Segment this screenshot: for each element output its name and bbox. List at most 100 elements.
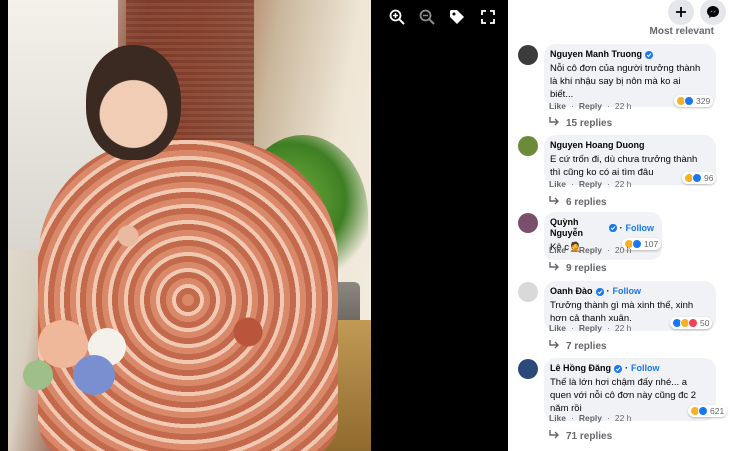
view-replies-button[interactable]: 71 replies xyxy=(549,429,612,443)
reaction-summary[interactable]: 329 xyxy=(674,95,714,107)
comment-text-line: là khi nhậu say bị nôn mà ko ai xyxy=(550,76,681,87)
avatar[interactable] xyxy=(518,213,538,233)
sort-dropdown[interactable]: Most relevant xyxy=(650,26,714,37)
plus-icon[interactable] xyxy=(668,0,694,25)
view-replies-button[interactable]: 7 replies xyxy=(549,339,607,353)
reply-arrow-icon xyxy=(549,195,560,209)
separator-dot: · xyxy=(607,323,610,333)
replies-count: 71 replies xyxy=(566,430,613,442)
comment-author-row: Nguyen Manh Truong xyxy=(550,49,708,60)
like-link[interactable]: Like xyxy=(549,413,566,423)
avatar[interactable] xyxy=(518,282,538,302)
reply-link[interactable]: Reply xyxy=(579,179,602,189)
verified-badge-icon xyxy=(645,50,653,59)
comment-actions: Like · Reply · 22 h xyxy=(549,413,631,423)
comment-text-line: Thế là lớn hơi chậm đấy nhé... a xyxy=(550,377,688,388)
comment-text-line: Trưởng thành gì mà xinh thế, xinh xyxy=(550,300,694,311)
reply-link[interactable]: Reply xyxy=(579,101,602,111)
comment-text-line: quen với nỗi cô đơn này cũng đc 2 xyxy=(550,390,697,401)
like-reaction-icon xyxy=(632,239,642,249)
separator-dot: · xyxy=(607,245,610,255)
reaction-count: 621 xyxy=(710,406,725,416)
replies-count: 15 replies xyxy=(566,117,613,129)
verified-badge-icon xyxy=(609,224,617,232)
comment-timestamp[interactable]: 20 h xyxy=(615,245,632,255)
separator-dot: · xyxy=(607,179,610,189)
fullscreen-icon[interactable] xyxy=(477,6,499,28)
tag-icon[interactable] xyxy=(446,6,468,28)
reply-arrow-icon xyxy=(549,429,560,443)
view-replies-button[interactable]: 6 replies xyxy=(549,195,607,209)
reaction-summary[interactable]: 96 xyxy=(682,172,717,184)
view-replies-button[interactable]: 9 replies xyxy=(549,261,607,275)
follow-button[interactable]: Follow xyxy=(631,363,660,374)
like-link[interactable]: Like xyxy=(549,323,566,333)
comment-timestamp[interactable]: 22 h xyxy=(615,101,632,111)
reaction-count: 329 xyxy=(696,96,711,106)
photo[interactable] xyxy=(8,0,371,451)
reply-arrow-icon xyxy=(549,116,560,130)
separator-dot: · xyxy=(619,222,623,233)
like-reaction-icon xyxy=(698,406,708,416)
separator-dot: · xyxy=(607,413,610,423)
comment-text-line: Nỗi cô đơn của người trưởng thành xyxy=(550,63,701,74)
comment-author[interactable]: Quỳnh Nguyễn xyxy=(550,217,606,239)
avatar[interactable] xyxy=(518,136,538,156)
reaction-count: 96 xyxy=(704,173,714,183)
replies-count: 6 replies xyxy=(566,196,607,208)
love-reaction-icon xyxy=(688,318,698,328)
comment-timestamp[interactable]: 22 h xyxy=(615,179,632,189)
separator-dot: · xyxy=(625,363,628,373)
reply-arrow-icon xyxy=(549,261,560,275)
reaction-summary[interactable]: 621 xyxy=(688,405,728,417)
reply-link[interactable]: Reply xyxy=(579,323,602,333)
reply-link[interactable]: Reply xyxy=(579,413,602,423)
comment-actions: Like · Reply · 22 h xyxy=(549,323,631,333)
photo-person-head xyxy=(86,45,181,160)
reply-link[interactable]: Reply xyxy=(579,245,602,255)
photo-viewer xyxy=(0,0,508,451)
zoom-out-icon[interactable] xyxy=(416,6,438,28)
verified-badge-icon xyxy=(595,287,604,296)
comments-panel: Most relevant Nguyen Manh Truong Nỗi cô đ… xyxy=(508,0,730,451)
avatar[interactable] xyxy=(518,45,538,65)
comment-text-line: E cứ trốn đi, dù chưa trưởng thành xyxy=(550,154,698,165)
replies-count: 7 replies xyxy=(566,340,607,352)
comment-timestamp[interactable]: 22 h xyxy=(615,323,632,333)
comment-author[interactable]: Lê Hồng Đăng xyxy=(550,363,611,374)
comment-author[interactable]: Nguyen Manh Truong xyxy=(550,49,642,60)
replies-count: 9 replies xyxy=(566,262,607,274)
view-replies-button[interactable]: 15 replies xyxy=(549,116,612,130)
separator-dot: · xyxy=(571,245,574,255)
comment-author[interactable]: Nguyen Hoang Duong xyxy=(550,140,645,151)
zoom-in-icon[interactable] xyxy=(386,6,408,28)
top-actions xyxy=(668,0,730,28)
comment-author-row: Nguyen Hoang Duong xyxy=(550,140,708,151)
like-link[interactable]: Like xyxy=(549,179,566,189)
flower-sticker xyxy=(18,310,148,451)
separator-dot: · xyxy=(571,179,574,189)
comment-author-row: Oanh Đào · Follow xyxy=(550,286,708,297)
comment-author-row: Quỳnh Nguyễn · Follow xyxy=(550,217,654,239)
comment-actions: Like · Reply · 20 h xyxy=(549,245,631,255)
separator-dot: · xyxy=(571,323,574,333)
separator-dot: · xyxy=(607,101,610,111)
reaction-summary[interactable]: 50 xyxy=(670,317,713,329)
like-link[interactable]: Like xyxy=(549,245,566,255)
separator-dot: · xyxy=(571,413,574,423)
comment-actions: Like · Reply · 22 h xyxy=(549,101,631,111)
follow-button[interactable]: Follow xyxy=(613,286,642,297)
comment-timestamp[interactable]: 22 h xyxy=(615,413,632,423)
like-link[interactable]: Like xyxy=(549,101,566,111)
separator-dot: · xyxy=(606,286,610,296)
avatar[interactable] xyxy=(518,359,538,379)
like-reaction-icon xyxy=(692,173,702,183)
separator-dot: · xyxy=(571,101,574,111)
comment-text: Thế là lớn hơi chậm đấy nhé... a quen với… xyxy=(550,376,708,415)
reply-arrow-icon xyxy=(549,339,560,353)
messenger-icon[interactable] xyxy=(700,0,726,25)
follow-button[interactable]: Follow xyxy=(626,223,655,234)
verified-badge-icon xyxy=(614,364,622,373)
comment-author[interactable]: Oanh Đào xyxy=(550,286,593,297)
reaction-count: 50 xyxy=(700,318,710,328)
